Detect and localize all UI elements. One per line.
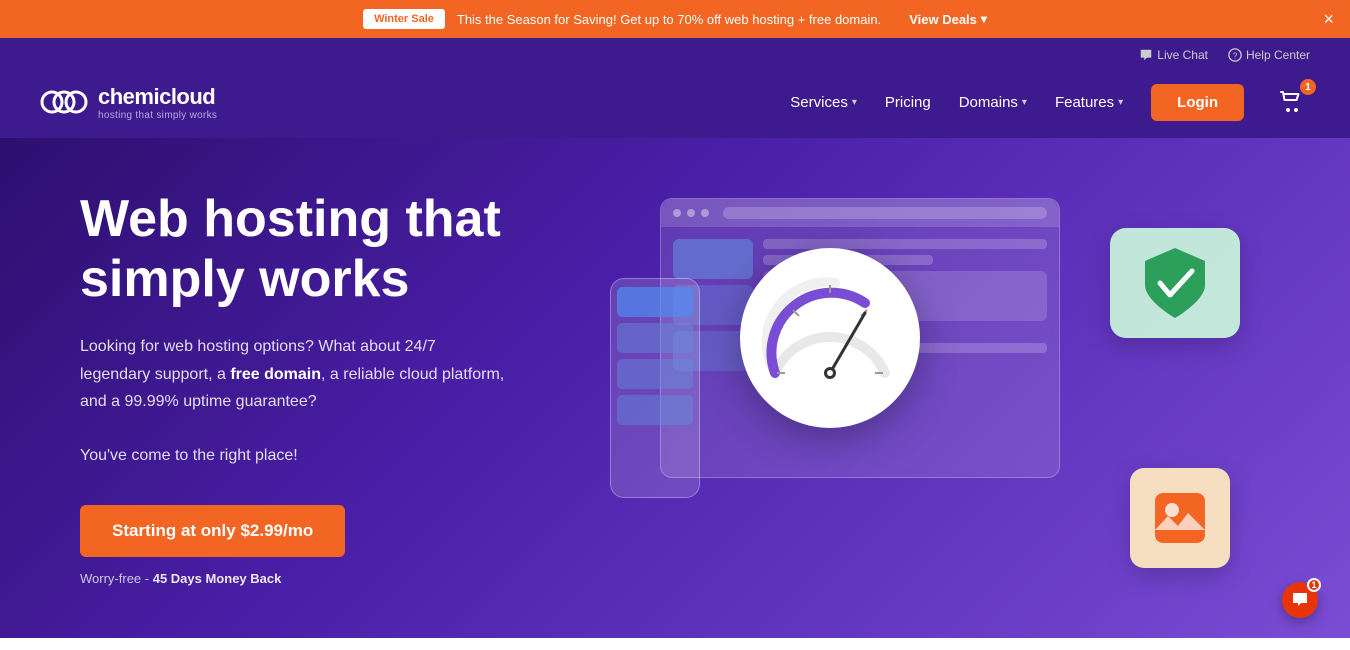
nav-features[interactable]: Features ▾: [1055, 94, 1123, 111]
main-nav: Services ▾ Pricing Domains ▾ Features ▾ …: [790, 83, 1310, 121]
hero-title: Web hosting that simply works: [80, 190, 600, 310]
nav-services[interactable]: Services ▾: [790, 94, 857, 111]
chevron-down-icon: ▾: [1118, 97, 1123, 108]
cart-icon: [1278, 89, 1304, 115]
nav-pricing[interactable]: Pricing: [885, 94, 931, 111]
hero-content: Web hosting that simply works Looking fo…: [80, 190, 600, 587]
login-button[interactable]: Login: [1151, 84, 1244, 121]
shield-badge: [1110, 228, 1240, 338]
chevron-down-icon: ▾: [852, 97, 857, 108]
logo-icon: [40, 83, 88, 121]
hero-cta-button[interactable]: Starting at only $2.99/mo: [80, 505, 345, 557]
logo-name: chemicloud: [98, 84, 217, 110]
phone-mockup: [610, 278, 700, 498]
main-header: chemicloud hosting that simply works Ser…: [0, 66, 1350, 138]
logo-tagline: hosting that simply works: [98, 110, 217, 121]
speedometer-illustration: [740, 248, 920, 428]
banner-text: This the Season for Saving! Get up to 70…: [457, 12, 881, 27]
chat-bubble-button[interactable]: 1: [1282, 582, 1318, 618]
winter-sale-badge: Winter Sale: [363, 9, 445, 29]
logo[interactable]: chemicloud hosting that simply works: [40, 83, 217, 121]
help-center-link[interactable]: ? Help Center: [1228, 48, 1310, 62]
hero-description: Looking for web hosting options? What ab…: [80, 333, 510, 469]
chat-icon: [1139, 48, 1153, 62]
hero-illustration: [600, 178, 1270, 598]
nav-domains[interactable]: Domains ▾: [959, 94, 1027, 111]
hero-moneyback: Worry-free - 45 Days Money Back: [80, 571, 600, 586]
promo-banner: Winter Sale This the Season for Saving! …: [0, 0, 1350, 38]
help-icon: ?: [1228, 48, 1242, 62]
chat-notification-badge: 1: [1307, 578, 1321, 592]
image-card: [1130, 468, 1230, 568]
cart-button[interactable]: 1: [1272, 83, 1310, 121]
utility-nav: Live Chat ? Help Center: [0, 38, 1350, 66]
svg-text:?: ?: [1233, 52, 1238, 61]
chevron-down-icon: ▾: [981, 12, 987, 26]
chevron-down-icon: ▾: [1022, 97, 1027, 108]
hero-section: Web hosting that simply works Looking fo…: [0, 138, 1350, 638]
cart-count-badge: 1: [1300, 79, 1316, 95]
chat-bubble-icon: [1290, 590, 1310, 610]
close-icon[interactable]: ×: [1323, 10, 1334, 28]
view-deals-button[interactable]: View Deals ▾: [909, 12, 987, 27]
live-chat-link[interactable]: Live Chat: [1139, 48, 1208, 62]
